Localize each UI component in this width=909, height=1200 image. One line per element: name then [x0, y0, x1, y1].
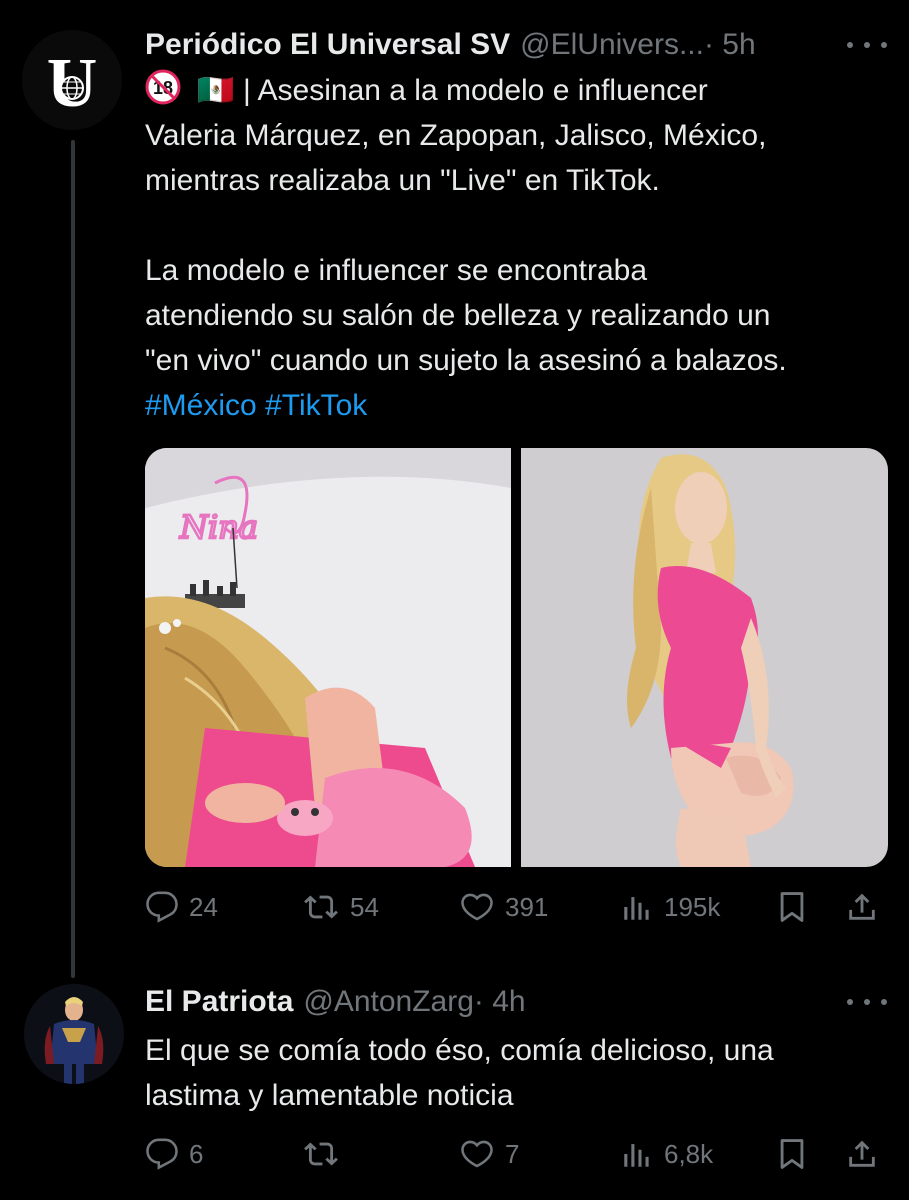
reply-button[interactable]: 24 [145, 885, 218, 929]
reply-views-button[interactable]: 6,8k [620, 1132, 713, 1176]
hashtag-mexico[interactable]: #México [145, 389, 257, 422]
repost-icon [304, 895, 338, 919]
tweet-action-bar: 24 54 391 195k [145, 885, 890, 929]
reply-share-button[interactable] [845, 1132, 879, 1176]
reply-text: El que se comía todo éso, comía delicios… [145, 1028, 890, 1118]
views-chart-icon [624, 897, 649, 920]
bookmark-icon [780, 892, 804, 922]
reply-count: 24 [189, 891, 218, 922]
reply-more-options-icon[interactable] [847, 992, 887, 1012]
hashtag-tiktok[interactable]: #TikTok [265, 389, 367, 422]
reply-text-line-2: lastima y lamentable noticia [145, 1079, 514, 1112]
thread-connector-line [71, 140, 75, 978]
author-name[interactable]: Periódico El Universal SV [145, 25, 510, 65]
tweet-text-line-1: | Asesinan a la modelo e influencer [243, 74, 708, 107]
heart-icon [461, 893, 493, 921]
tweet-timestamp[interactable]: · 5h [704, 25, 756, 65]
hashtags: #México #TikTok [145, 383, 890, 428]
tweet-text-line-4: La modelo e influencer se encontraba [145, 254, 648, 287]
reply-like-button[interactable]: 7 [459, 1132, 519, 1176]
tweet-text-line-6: "en vivo" cuando un sujeto la asesinó a … [145, 344, 787, 377]
salon-video-frame-image: Nina [145, 448, 511, 867]
like-count: 391 [505, 891, 549, 922]
repost-button[interactable]: 54 [302, 885, 379, 929]
reply-repost-button[interactable] [302, 1132, 350, 1176]
reply-author-handle[interactable]: @AntonZarg [303, 982, 474, 1022]
like-button[interactable]: 391 [459, 885, 548, 929]
no-under-18-icon: 18 [145, 69, 181, 105]
model-photo-image [521, 448, 888, 867]
bookmark-icon [780, 1139, 804, 1169]
avatar-el-patriota[interactable] [24, 984, 124, 1084]
share-icon [849, 893, 875, 920]
author-handle[interactable]: @ElUnivers... [520, 25, 704, 65]
reply-views-count: 6,8k [664, 1138, 714, 1169]
repost-icon [304, 1142, 338, 1166]
repost-count: 54 [350, 891, 379, 922]
reply-like-count: 7 [505, 1138, 520, 1169]
mexico-flag-icon: 🇲🇽 [197, 74, 235, 107]
reply-reply-button[interactable]: 6 [145, 1132, 203, 1176]
tweet-text-line-3: mientras realizaba un "Live" en TikTok. [145, 164, 660, 197]
reply-reply-count: 6 [189, 1138, 204, 1169]
share-icon [849, 1140, 875, 1167]
media-image-left[interactable]: Nina [145, 448, 511, 867]
reply-action-bar: 6 7 6,8k [145, 1132, 890, 1176]
reply-icon [146, 1138, 178, 1170]
bookmark-button[interactable] [775, 885, 809, 929]
heart-icon [461, 1140, 493, 1168]
views-count: 195k [664, 891, 721, 922]
reply-header: El Patriota @AntonZarg · 4h [145, 982, 526, 1022]
tweet-media: Nina [145, 448, 888, 867]
media-image-right[interactable] [521, 448, 888, 867]
tweet-text-line: 18 🇲🇽 | Asesinan a la modelo e influence… [145, 68, 890, 113]
more-options-icon[interactable] [847, 35, 887, 55]
tweet-header: Periódico El Universal SV @ElUnivers... … [145, 25, 756, 65]
reply-timestamp[interactable]: · 4h [474, 982, 526, 1022]
tweet-text: 18 🇲🇽 | Asesinan a la modelo e influence… [145, 68, 890, 428]
tweet-text-line-2: Valeria Márquez, en Zapopan, Jalisco, Mé… [145, 119, 767, 152]
el-universal-logo: U [22, 30, 122, 130]
views-button[interactable]: 195k [620, 885, 720, 929]
reply-text-line-1: El que se comía todo éso, comía delicios… [145, 1034, 774, 1067]
homelander-avatar-image [24, 984, 124, 1084]
tweet-text-line-5: atendiendo su salón de belleza y realiza… [145, 299, 771, 332]
reply-icon [146, 891, 178, 923]
views-chart-icon [624, 1144, 649, 1167]
share-button[interactable] [845, 885, 879, 929]
reply-author-name[interactable]: El Patriota [145, 982, 293, 1022]
avatar-periodico-el-universal[interactable]: U [22, 30, 122, 130]
reply-bookmark-button[interactable] [775, 1132, 809, 1176]
